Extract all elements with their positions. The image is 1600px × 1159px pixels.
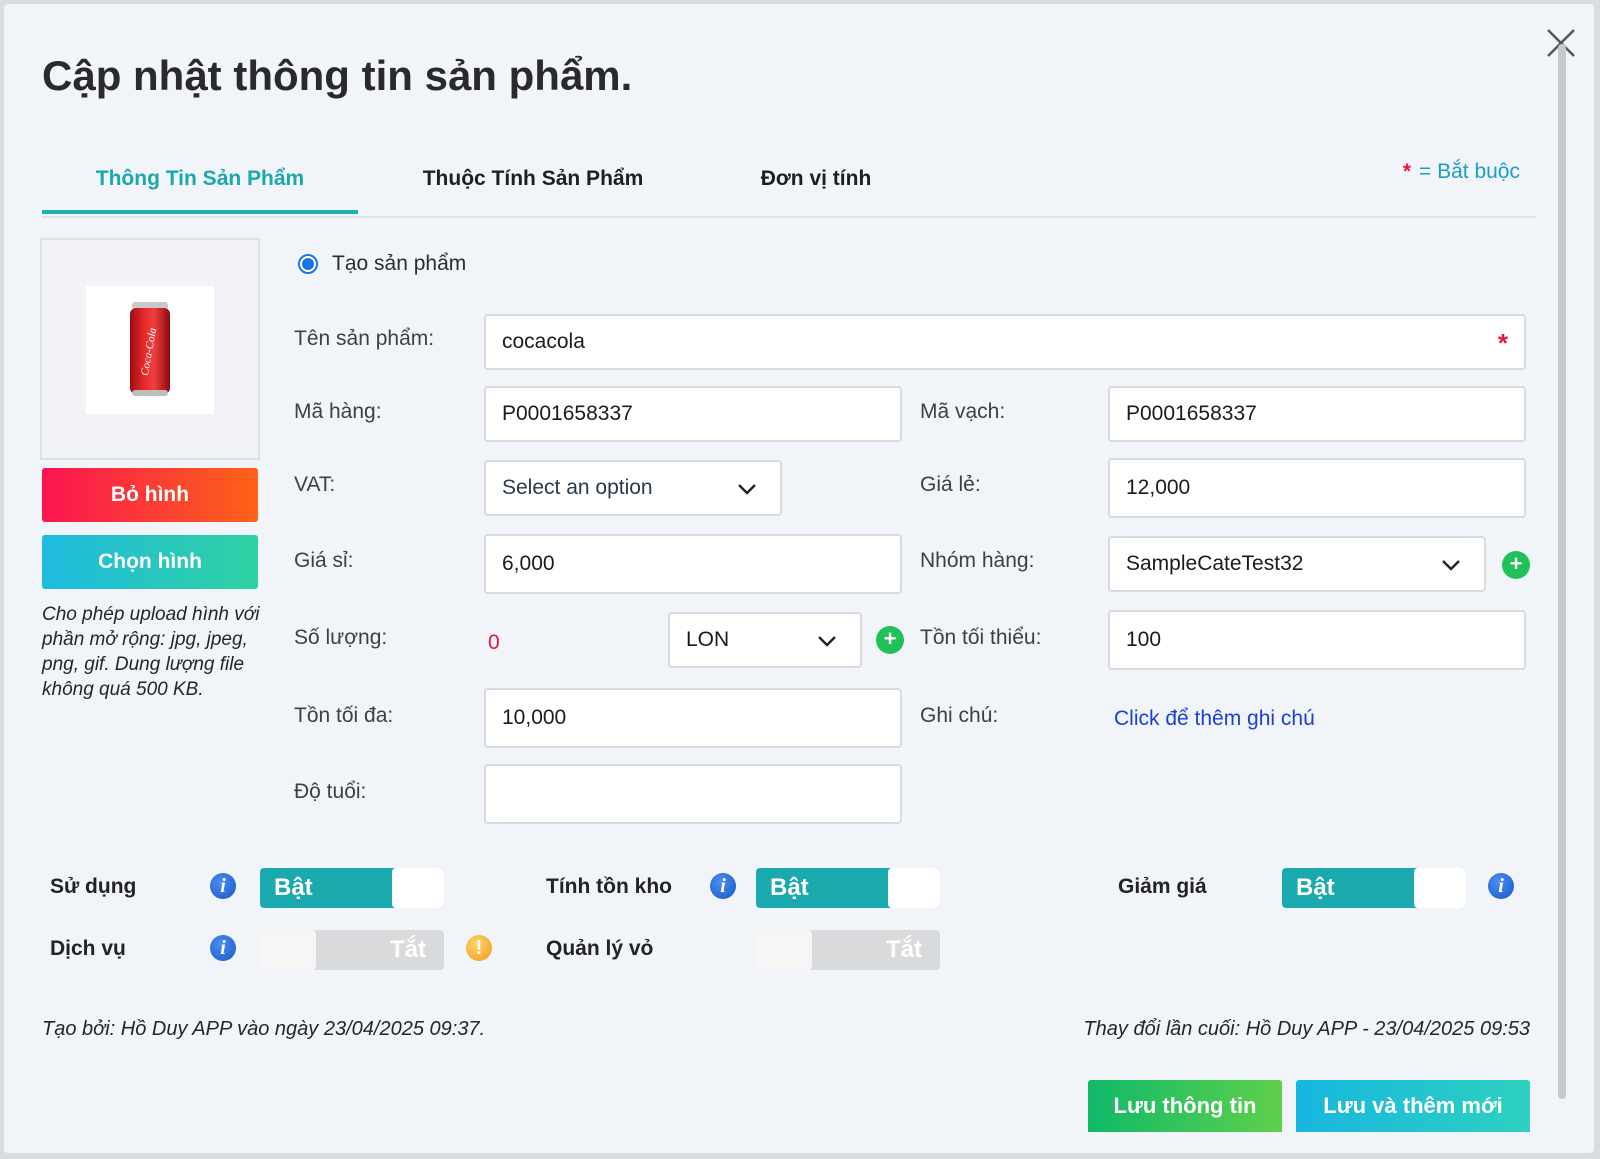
coke-can-icon: Coca-Cola <box>130 302 170 396</box>
product-update-modal: Cập nhật thông tin sản phẩm. Thông Tin S… <box>4 4 1594 1153</box>
required-icon: * <box>1497 328 1508 358</box>
add-unit-icon[interactable]: + <box>876 626 904 654</box>
max-stock-value: 10,000 <box>502 706 567 729</box>
choose-image-button[interactable]: Chọn hình <box>42 535 258 589</box>
discount-label: Giảm giá <box>1118 875 1207 898</box>
chevron-down-icon <box>738 484 756 495</box>
warning-icon[interactable]: ! <box>466 935 492 961</box>
shell-label: Quản lý vỏ <box>546 937 654 960</box>
min-stock-value: 100 <box>1126 628 1162 651</box>
retail-price-input[interactable]: 12,000 <box>1108 458 1526 518</box>
toggle-state: Bật <box>770 874 809 901</box>
max-stock-input[interactable]: 10,000 <box>484 688 902 748</box>
category-value: SampleCateTest32 <box>1126 552 1304 575</box>
modified-info: Thay đổi lần cuối: Hồ Duy APP - 23/04/20… <box>1083 1018 1530 1040</box>
save-button[interactable]: Lưu thông tin <box>1088 1080 1282 1132</box>
created-info: Tạo bởi: Hồ Duy APP vào ngày 23/04/2025 … <box>42 1018 486 1040</box>
toggle-state: Bật <box>274 874 313 901</box>
sku-label: Mã hàng: <box>294 400 382 423</box>
toggle-state: Tắt <box>886 936 922 963</box>
remove-image-button[interactable]: Bỏ hình <box>42 468 258 522</box>
add-note-link[interactable]: Click để thêm ghi chú <box>1114 707 1315 731</box>
toggle-state: Bật <box>1296 874 1335 901</box>
name-value: cocacola <box>502 330 585 353</box>
scrollbar[interactable] <box>1558 44 1566 1099</box>
toggle-state: Tắt <box>390 936 426 963</box>
quantity-label: Số lượng: <box>294 626 388 649</box>
use-label: Sử dụng <box>50 875 137 898</box>
sku-input[interactable]: P0001658337 <box>484 386 902 442</box>
save-and-new-button[interactable]: Lưu và thêm mới <box>1296 1080 1530 1132</box>
create-product-option[interactable]: Tạo sản phẩm <box>298 252 466 276</box>
name-input[interactable]: cocacola * <box>484 314 1526 370</box>
radio-label: Tạo sản phẩm <box>332 252 467 275</box>
note-label: Ghi chú: <box>920 704 999 727</box>
retail-price-label: Giá lẻ: <box>920 473 981 496</box>
inventory-toggle[interactable]: Bật <box>756 868 940 908</box>
barcode-input[interactable]: P0001658337 <box>1108 386 1526 442</box>
vat-label: VAT: <box>294 473 336 496</box>
add-category-icon[interactable]: + <box>1502 551 1530 579</box>
wholesale-price-label: Giá sỉ: <box>294 549 354 572</box>
info-icon[interactable]: i <box>210 935 236 961</box>
required-legend-text: = Bắt buộc <box>1419 160 1520 183</box>
page-title: Cập nhật thông tin sản phẩm. <box>42 52 633 99</box>
barcode-value: P0001658337 <box>1126 402 1257 425</box>
category-label: Nhóm hàng: <box>920 549 1035 572</box>
service-toggle[interactable]: Tắt <box>260 930 444 970</box>
wholesale-price-input[interactable]: 6,000 <box>484 534 902 594</box>
name-label: Tên sản phẩm: <box>294 327 435 350</box>
tab-units[interactable]: Đơn vị tính <box>726 154 906 214</box>
unit-select[interactable]: LON <box>668 612 862 668</box>
inventory-label: Tính tồn kho <box>546 875 672 898</box>
min-stock-label: Tồn tối thiểu: <box>920 626 1042 649</box>
unit-value: LON <box>686 628 730 651</box>
info-icon[interactable]: i <box>210 873 236 899</box>
chevron-down-icon <box>1442 560 1460 571</box>
category-select[interactable]: SampleCateTest32 <box>1108 536 1486 592</box>
quantity-value: 0 <box>488 631 500 654</box>
vat-select[interactable]: Select an option <box>484 460 782 516</box>
info-icon[interactable]: i <box>710 873 736 899</box>
sku-value: P0001658337 <box>502 402 633 425</box>
chevron-down-icon <box>818 636 836 647</box>
retail-price-value: 12,000 <box>1126 476 1191 499</box>
required-star: * <box>1402 160 1411 183</box>
barcode-label: Mã vạch: <box>920 400 1006 423</box>
wholesale-price-value: 6,000 <box>502 552 555 575</box>
tab-product-attributes[interactable]: Thuộc Tính Sản Phẩm <box>368 154 698 214</box>
tab-product-info[interactable]: Thông Tin Sản Phẩm <box>42 154 358 214</box>
tab-bar: Thông Tin Sản Phẩm Thuộc Tính Sản Phẩm Đ… <box>42 154 1536 218</box>
shell-toggle[interactable]: Tắt <box>756 930 940 970</box>
required-legend: * = Bắt buộc <box>1403 160 1520 184</box>
age-input[interactable] <box>484 764 902 824</box>
min-stock-input[interactable]: 100 <box>1108 610 1526 670</box>
radio-button[interactable] <box>298 254 318 274</box>
product-image-frame: Coca-Cola <box>40 238 260 460</box>
upload-note: Cho phép upload hình với phần mở rộng: j… <box>42 604 260 700</box>
product-image: Coca-Cola <box>86 286 214 414</box>
age-label: Độ tuổi: <box>294 780 367 803</box>
service-label: Dịch vụ <box>50 937 126 960</box>
use-toggle[interactable]: Bật <box>260 868 444 908</box>
discount-toggle[interactable]: Bật <box>1282 868 1466 908</box>
info-icon[interactable]: i <box>1488 873 1514 899</box>
vat-value: Select an option <box>502 476 653 499</box>
max-stock-label: Tồn tối đa: <box>294 704 394 727</box>
